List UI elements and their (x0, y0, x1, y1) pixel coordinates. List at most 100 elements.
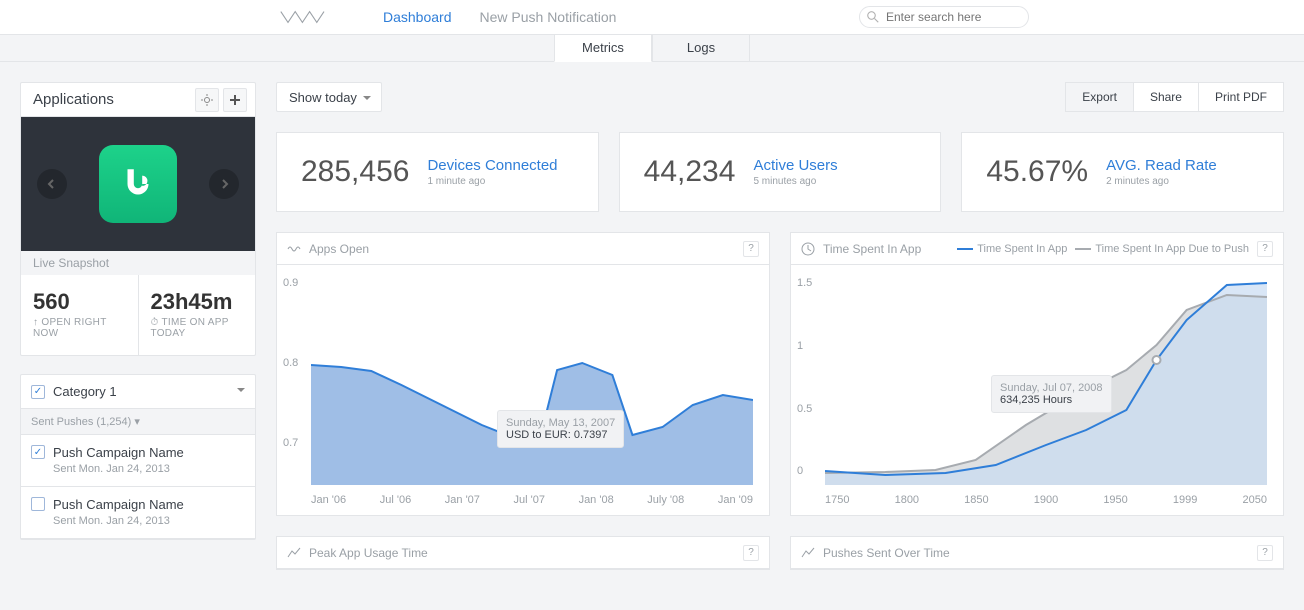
x-tick: 2050 (1242, 494, 1266, 506)
snapshot-label: Live Snapshot (21, 251, 255, 275)
line-chart-icon (801, 546, 815, 560)
chart-title: Peak App Usage Time (309, 546, 428, 560)
export-button[interactable]: Export (1065, 82, 1134, 112)
x-tick: 1900 (1034, 494, 1058, 506)
chart-apps-open: Apps Open ? 0.9 0.8 0.7 Sunday, May 13, … (276, 232, 770, 516)
push-checkbox[interactable] (31, 445, 45, 459)
stat-time-value: 23h45m (151, 289, 244, 315)
chart-pushes-sent: Pushes Sent Over Time ? (790, 536, 1284, 570)
kpi-active-users: 44,234 Active Users5 minutes ago (619, 132, 942, 212)
x-tick: 1750 (825, 494, 849, 506)
applications-header: Applications (21, 83, 255, 117)
x-tick: July '08 (647, 494, 684, 506)
category-header[interactable]: Category 1 (21, 375, 255, 409)
push-item[interactable]: Push Campaign Name Sent Mon. Jan 24, 201… (21, 487, 255, 539)
chart-title: Time Spent In App (823, 242, 921, 256)
carousel-next-icon[interactable] (209, 169, 239, 199)
chart-tooltip: Sunday, Jul 07, 2008 634,235 Hours (991, 375, 1112, 413)
content: Show today Export Share Print PDF 285,45… (276, 82, 1284, 590)
x-axis: 1750 1800 1850 1900 1950 1999 2050 (825, 494, 1267, 506)
x-tick: 1950 (1103, 494, 1127, 506)
y-tick: 0.7 (283, 437, 298, 449)
sent-pushes-subheader[interactable]: Sent Pushes (1,254) ▾ (21, 409, 255, 435)
kpi-timestamp: 1 minute ago (427, 176, 557, 187)
chart-peak-usage: Peak App Usage Time ? (276, 536, 770, 570)
x-axis: Jan '06 Jul '06 Jan '07 Jul '07 Jan '08 … (311, 494, 753, 506)
chart-row-2: Peak App Usage Time ? Pushes Sent Over T… (276, 536, 1284, 570)
kpi-timestamp: 5 minutes ago (753, 176, 837, 187)
help-icon[interactable]: ? (1257, 545, 1273, 561)
tab-logs[interactable]: Logs (652, 35, 750, 61)
push-name: Push Campaign Name (53, 445, 184, 462)
chart-body: 1.5 1 0.5 0 Sunday, Jul 07, 2008 634,235… (791, 265, 1283, 515)
chart-title: Pushes Sent Over Time (823, 546, 950, 560)
chart-row-1: Apps Open ? 0.9 0.8 0.7 Sunday, May 13, … (276, 232, 1284, 516)
kpi-value: 285,456 (301, 155, 409, 189)
y-tick: 1.5 (797, 277, 812, 289)
line-chart-icon (287, 546, 301, 560)
x-tick: 1850 (964, 494, 988, 506)
y-tick: 0.5 (797, 403, 812, 415)
category-name: Category 1 (53, 384, 117, 399)
x-tick: Jan '07 (445, 494, 480, 506)
push-date: Sent Mon. Jan 24, 2013 (53, 462, 184, 476)
x-tick: Jul '07 (514, 494, 545, 506)
top-nav: Dashboard New Push Notification (383, 9, 616, 25)
help-icon[interactable]: ? (743, 241, 759, 257)
kpi-value: 44,234 (644, 155, 736, 189)
stat-open-label: ↑ OPEN RIGHT NOW (33, 317, 126, 339)
chart-body: 0.9 0.8 0.7 Sunday, May 13, 2007 USD to … (277, 265, 769, 515)
tab-metrics[interactable]: Metrics (554, 35, 652, 62)
kpi-timestamp: 2 minutes ago (1106, 176, 1217, 187)
x-tick: Jan '06 (311, 494, 346, 506)
legend-label: Time Spent In App (977, 243, 1067, 255)
tooltip-value: USD to EUR: 0.7397 (506, 429, 615, 441)
stat-open-value: 560 (33, 289, 126, 315)
tooltip-date: Sunday, May 13, 2007 (506, 417, 615, 429)
help-icon[interactable]: ? (743, 545, 759, 561)
category-panel: Category 1 Sent Pushes (1,254) ▾ Push Ca… (20, 374, 256, 540)
print-pdf-button[interactable]: Print PDF (1198, 82, 1284, 112)
y-tick: 0.9 (283, 277, 298, 289)
kpi-label: Devices Connected (427, 157, 557, 174)
tooltip-date: Sunday, Jul 07, 2008 (1000, 382, 1103, 394)
app-logo-vine[interactable] (99, 145, 177, 223)
applications-panel: Applications Live Snapshot 560 ↑ OPEN RI… (20, 82, 256, 356)
app-carousel (21, 117, 255, 251)
chart-title: Apps Open (309, 242, 369, 256)
chart-time-spent: Time Spent In App Time Spent In App Time… (790, 232, 1284, 516)
chart-tooltip: Sunday, May 13, 2007 USD to EUR: 0.7397 (497, 410, 624, 448)
sub-tabbar: Metrics Logs (0, 34, 1304, 62)
clock-icon (801, 242, 815, 256)
kpi-avg-read-rate: 45.67% AVG. Read Rate2 minutes ago (961, 132, 1284, 212)
nav-new-push[interactable]: New Push Notification (480, 9, 617, 25)
nav-dashboard[interactable]: Dashboard (383, 9, 452, 25)
main-area: Applications Live Snapshot 560 ↑ OPEN RI… (0, 62, 1304, 610)
x-tick: Jan '09 (718, 494, 753, 506)
push-checkbox[interactable] (31, 497, 45, 511)
category-checkbox[interactable] (31, 385, 45, 399)
push-name: Push Campaign Name (53, 497, 184, 514)
help-icon[interactable]: ? (1257, 241, 1273, 257)
applications-title: Applications (33, 91, 114, 108)
gear-icon[interactable] (195, 88, 219, 112)
carousel-prev-icon[interactable] (37, 169, 67, 199)
y-tick: 0.8 (283, 357, 298, 369)
date-range-dropdown[interactable]: Show today (276, 82, 382, 112)
y-tick: 1 (797, 340, 803, 352)
push-item[interactable]: Push Campaign Name Sent Mon. Jan 24, 201… (21, 435, 255, 487)
kpi-devices-connected: 285,456 Devices Connected 1 minute ago (276, 132, 599, 212)
stat-time-label: ⏱ TIME ON APP TODAY (151, 317, 244, 339)
chevron-down-icon (237, 388, 245, 396)
sidebar: Applications Live Snapshot 560 ↑ OPEN RI… (20, 82, 256, 590)
chart-svg (311, 275, 753, 485)
top-header: Dashboard New Push Notification (0, 0, 1304, 34)
plus-icon[interactable] (223, 88, 247, 112)
legend-label: Time Spent In App Due to Push (1095, 243, 1249, 255)
legend-item: Time Spent In App Due to Push (1075, 243, 1249, 255)
share-button[interactable]: Share (1133, 82, 1199, 112)
search-input[interactable] (859, 6, 1029, 28)
stat-open-now: 560 ↑ OPEN RIGHT NOW (21, 275, 139, 355)
x-tick: Jul '06 (380, 494, 411, 506)
legend-item: Time Spent In App (957, 243, 1067, 255)
